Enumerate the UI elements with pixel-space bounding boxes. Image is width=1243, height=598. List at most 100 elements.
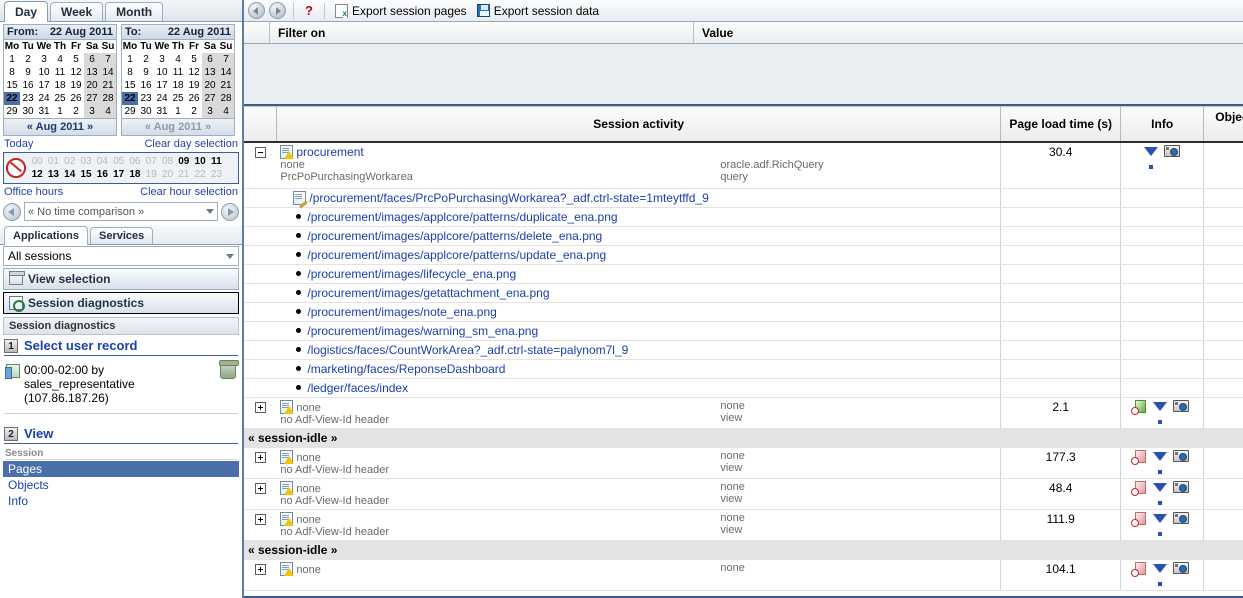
- activity-link[interactable]: /marketing/faces/ReponseDashboard: [307, 362, 505, 376]
- forward-icon[interactable]: [269, 2, 286, 19]
- day-cell[interactable]: 26: [68, 92, 84, 105]
- hour-cell[interactable]: 23: [208, 168, 224, 181]
- hour-cell[interactable]: 09: [176, 155, 192, 168]
- expand-icon[interactable]: [254, 482, 266, 494]
- day-cell[interactable]: 11: [52, 66, 68, 79]
- office-hours-link[interactable]: Office hours: [4, 186, 63, 198]
- calendar-from-nav[interactable]: « Aug 2011 »: [4, 118, 116, 135]
- day-cell-selected[interactable]: 22: [4, 92, 20, 105]
- day-cell[interactable]: 6: [84, 53, 100, 66]
- day-cell[interactable]: 9: [138, 66, 154, 79]
- table-row[interactable]: /logistics/faces/CountWorkArea?_adf.ctrl…: [244, 340, 1243, 360]
- day-cell[interactable]: 10: [154, 66, 170, 79]
- time-comparison-select[interactable]: « No time comparison »: [24, 202, 218, 221]
- day-cell[interactable]: 31: [154, 105, 170, 118]
- hour-cell[interactable]: 08: [159, 155, 175, 168]
- activity-link[interactable]: /ledger/faces/index: [307, 381, 408, 395]
- day-cell[interactable]: 30: [138, 105, 154, 118]
- day-cell[interactable]: 4: [170, 53, 186, 66]
- activity-link[interactable]: /procurement/images/note_ena.png: [307, 305, 496, 319]
- activity-link[interactable]: /procurement/images/warning_sm_ena.png: [307, 324, 538, 338]
- hour-cell[interactable]: 20: [159, 168, 175, 181]
- hour-cell[interactable]: 22: [192, 168, 208, 181]
- day-cell[interactable]: 21: [218, 79, 234, 92]
- day-cell[interactable]: 19: [68, 79, 84, 92]
- export-session-data-button[interactable]: Export session data: [474, 4, 602, 18]
- day-cell[interactable]: 27: [202, 92, 218, 105]
- table-row[interactable]: /procurement/images/warning_sm_ena.png 3…: [244, 321, 1243, 341]
- table-row[interactable]: /marketing/faces/ReponseDashboard 274 00…: [244, 359, 1243, 379]
- day-cell[interactable]: 5: [68, 53, 84, 66]
- day-cell[interactable]: 9: [20, 66, 36, 79]
- view-link[interactable]: View: [24, 426, 53, 441]
- page-red-icon[interactable]: [1131, 511, 1147, 527]
- day-cell[interactable]: 13: [84, 66, 100, 79]
- camera-icon[interactable]: [1173, 450, 1190, 462]
- day-cell[interactable]: 2: [138, 53, 154, 66]
- hour-cell[interactable]: 21: [176, 168, 192, 181]
- sidebar-item-objects[interactable]: Objects: [3, 477, 239, 493]
- page-red-icon[interactable]: [1131, 449, 1147, 465]
- day-cell[interactable]: 5: [186, 53, 202, 66]
- activity-link[interactable]: /procurement/faces/PrcPoPurchasingWorkar…: [309, 191, 708, 205]
- day-cell[interactable]: 29: [4, 105, 20, 118]
- table-row[interactable]: /procurement/images/note_ena.png 380 00:…: [244, 302, 1243, 322]
- today-link[interactable]: Today: [4, 138, 33, 150]
- activity-link[interactable]: /procurement/images/applcore/patterns/de…: [307, 229, 602, 243]
- hour-cell[interactable]: 05: [110, 155, 126, 168]
- day-cell[interactable]: 16: [138, 79, 154, 92]
- tab-services[interactable]: Services: [90, 227, 154, 244]
- table-row[interactable]: none no Adf-View-Id header none view 111…: [244, 509, 1243, 541]
- table-row[interactable]: none no Adf-View-Id header none view 48.…: [244, 478, 1243, 510]
- hour-cell[interactable]: 18: [127, 168, 143, 181]
- table-row[interactable]: none no Adf-View-Id header none view 2.1: [244, 397, 1243, 429]
- hour-cell[interactable]: 03: [78, 155, 94, 168]
- day-cell[interactable]: 23: [20, 92, 36, 105]
- expand-icon[interactable]: [254, 563, 266, 575]
- activity-link[interactable]: /procurement/images/getattachment_ena.pn…: [307, 286, 549, 300]
- day-cell[interactable]: 12: [186, 66, 202, 79]
- export-session-pages-button[interactable]: Export session pages: [332, 3, 470, 18]
- day-cell[interactable]: 2: [68, 105, 84, 118]
- table-row[interactable]: /procurement/images/applcore/patterns/du…: [244, 207, 1243, 227]
- day-cell[interactable]: 29: [122, 105, 138, 118]
- step-select-user-record[interactable]: 1 Select user record: [4, 338, 238, 356]
- day-cell[interactable]: 30: [20, 105, 36, 118]
- day-cell[interactable]: 4: [218, 105, 234, 118]
- calendar-to-nav[interactable]: « Aug 2011 »: [122, 118, 234, 135]
- day-cell[interactable]: 7: [218, 53, 234, 66]
- hour-cell[interactable]: 14: [62, 168, 78, 181]
- help-icon[interactable]: ?: [301, 3, 317, 18]
- table-row[interactable]: /procurement/faces/PrcPoPurchasingWorkar…: [244, 188, 1243, 208]
- day-cell[interactable]: 27: [84, 92, 100, 105]
- day-cell[interactable]: 17: [154, 79, 170, 92]
- camera-icon[interactable]: [1173, 400, 1190, 412]
- table-row[interactable]: none no Adf-View-Id header none view 177…: [244, 447, 1243, 479]
- day-cell[interactable]: 4: [100, 105, 116, 118]
- expand-icon[interactable]: [254, 451, 266, 463]
- funnel-icon[interactable]: [1153, 563, 1168, 586]
- funnel-icon[interactable]: [1153, 482, 1168, 505]
- day-cell[interactable]: 28: [218, 92, 234, 105]
- day-cell[interactable]: 13: [202, 66, 218, 79]
- day-cell[interactable]: 26: [186, 92, 202, 105]
- day-cell[interactable]: 3: [202, 105, 218, 118]
- day-cell[interactable]: 2: [20, 53, 36, 66]
- day-cell[interactable]: 12: [68, 66, 84, 79]
- day-cell[interactable]: 11: [170, 66, 186, 79]
- day-cell[interactable]: 2: [186, 105, 202, 118]
- day-cell[interactable]: 24: [154, 92, 170, 105]
- camera-icon[interactable]: [1173, 512, 1190, 524]
- hour-cell[interactable]: 07: [143, 155, 159, 168]
- funnel-icon[interactable]: [1144, 146, 1159, 169]
- page-red-icon[interactable]: [1131, 480, 1147, 496]
- day-cell[interactable]: 31: [36, 105, 52, 118]
- day-cell[interactable]: 7: [100, 53, 116, 66]
- table-row[interactable]: /procurement/images/applcore/patterns/de…: [244, 226, 1243, 246]
- day-cell[interactable]: 14: [100, 66, 116, 79]
- hour-cell[interactable]: 12: [29, 168, 45, 181]
- info-column-header[interactable]: Info: [1120, 106, 1205, 143]
- day-cell[interactable]: 18: [52, 79, 68, 92]
- page-green-icon[interactable]: [1131, 399, 1147, 415]
- tab-day[interactable]: Day: [4, 1, 49, 22]
